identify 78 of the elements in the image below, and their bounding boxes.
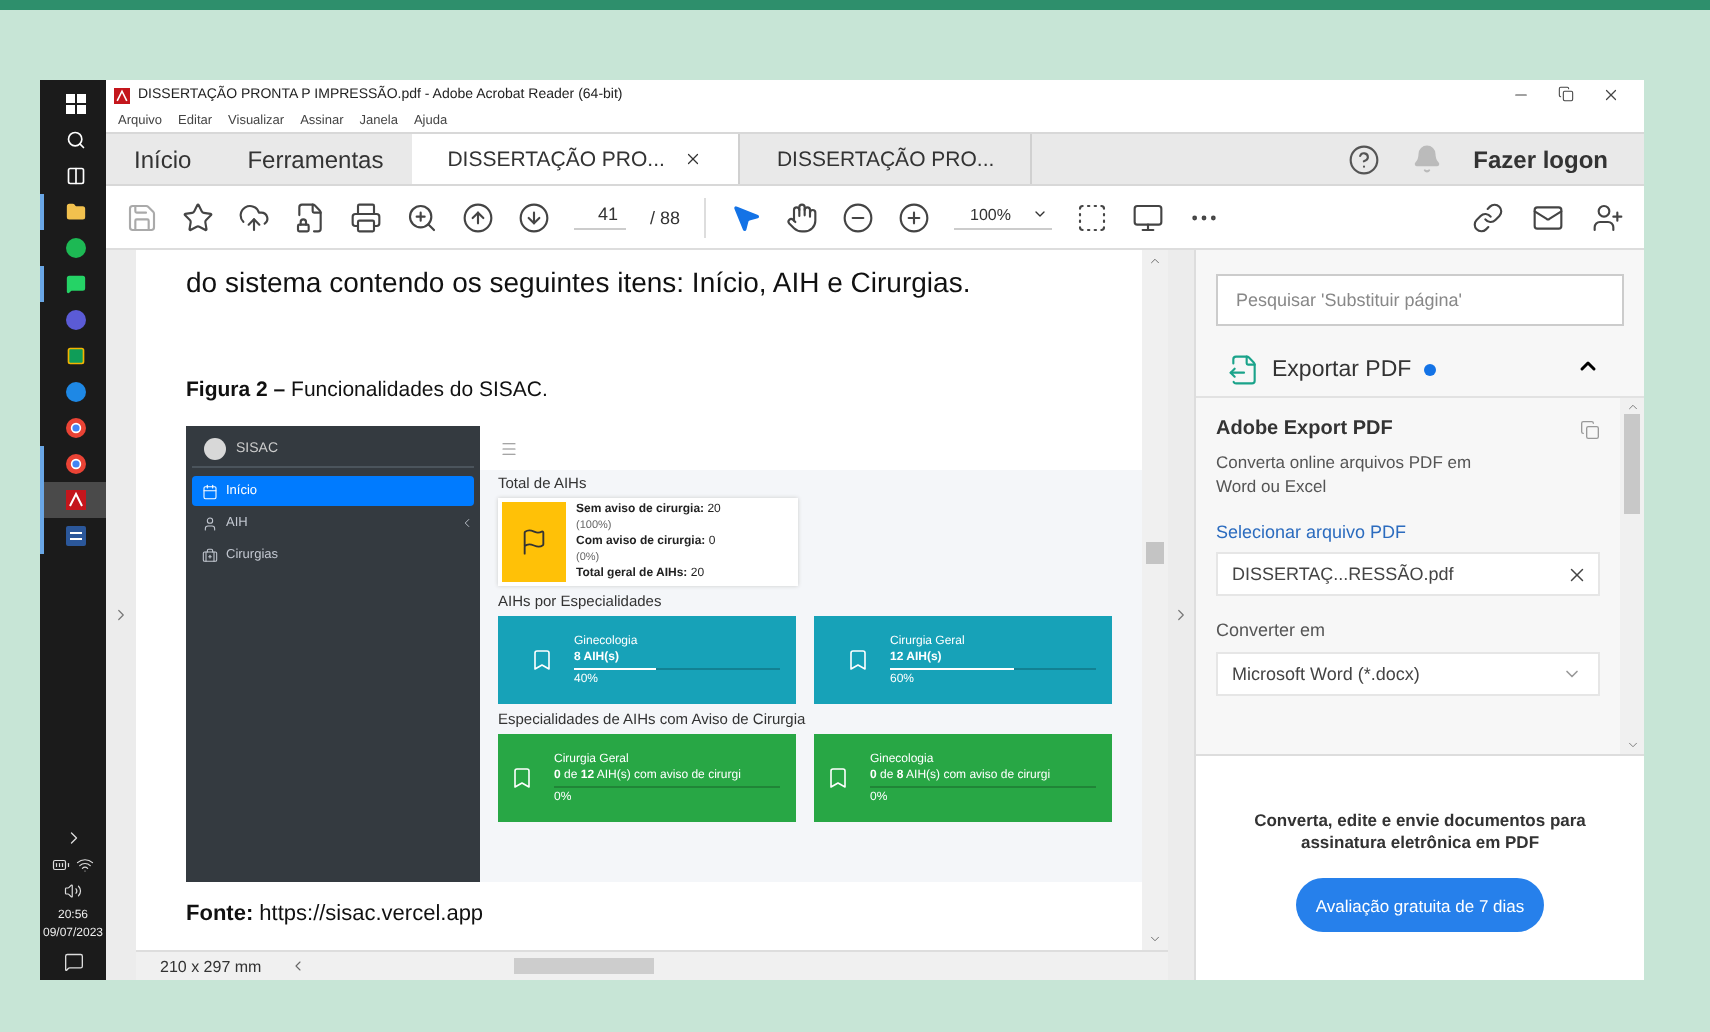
page-fit-icon[interactable] — [1075, 201, 1107, 233]
bookmark-icon — [846, 648, 870, 672]
task-view-icon[interactable] — [65, 166, 85, 186]
pdf-app-icon[interactable] — [65, 490, 85, 510]
page-total: / 88 — [650, 207, 681, 227]
file-field[interactable]: DISSERTAÇ...RESSÃO.pdf — [1216, 552, 1600, 596]
status-dot — [1423, 363, 1436, 375]
folder-icon[interactable] — [65, 202, 85, 222]
battery-icon — [52, 856, 70, 874]
scroll-up-icon — [1148, 254, 1162, 268]
trial-button[interactable]: Avaliação gratuita de 7 dias — [1295, 878, 1545, 932]
expand-icon[interactable] — [112, 606, 130, 624]
caret-icon — [1031, 206, 1047, 222]
scroll-up-icon — [1625, 400, 1639, 414]
collapse-icon[interactable] — [1172, 606, 1190, 624]
chat-icon[interactable] — [65, 274, 85, 294]
search-field[interactable]: Pesquisar 'Substituir página' — [1216, 274, 1624, 326]
close-icon[interactable] — [1602, 86, 1620, 104]
scroll-thumb[interactable] — [513, 958, 654, 974]
notification-icon[interactable] — [63, 952, 83, 972]
file-lock-icon[interactable] — [294, 201, 326, 233]
zoom-in-icon[interactable] — [898, 201, 931, 233]
pdf-icon — [114, 87, 130, 103]
promo-text: Converta, edite e envie documentos para assinatura eletrônica em PDF — [1252, 810, 1588, 854]
mail-icon[interactable] — [1532, 201, 1564, 233]
close-icon[interactable] — [684, 150, 703, 168]
restore-icon[interactable] — [1558, 86, 1574, 102]
tab[interactable]: DISSERTAÇÃO PRO... — [411, 134, 741, 184]
scroll-down-icon — [1625, 738, 1639, 752]
bookmark-icon — [826, 766, 850, 790]
body-text: do sistema contendo os seguintes itens: Início, AIH e Cirurgias. — [186, 266, 973, 298]
scroll-down-icon — [1148, 932, 1162, 946]
link-icon[interactable] — [1472, 201, 1504, 233]
tab[interactable]: Início — [106, 134, 220, 184]
help-icon[interactable] — [1347, 143, 1380, 175]
page-size: 210 x 297 mm — [160, 957, 262, 975]
cloud-upload-icon[interactable] — [238, 201, 270, 233]
panel-heading: Adobe Export PDF — [1216, 418, 1393, 440]
figure-caption: Figura 2 – Funcionalidades do SISAC. — [186, 378, 550, 402]
bookmark-icon — [530, 648, 554, 672]
arrow-down-icon[interactable] — [518, 201, 550, 233]
tab[interactable]: Ferramentas — [219, 134, 412, 184]
arrow-up-icon[interactable] — [462, 201, 494, 233]
zoom-icon[interactable] — [406, 201, 438, 233]
select-file-link[interactable]: Selecionar arquivo PDF — [1216, 522, 1600, 542]
windows-icon[interactable] — [65, 94, 85, 114]
scroll-thumb[interactable] — [1146, 542, 1164, 564]
printer-icon[interactable] — [350, 201, 382, 233]
export-pdf-icon — [1228, 353, 1260, 385]
zoom-dropdown[interactable]: 100% — [954, 205, 1051, 229]
cursor-icon[interactable] — [730, 201, 763, 233]
zoom-out-icon[interactable] — [842, 201, 875, 233]
hand-icon[interactable] — [786, 201, 819, 233]
star-icon[interactable] — [182, 201, 214, 233]
document-app-icon[interactable] — [65, 526, 85, 546]
user-icon — [202, 515, 218, 531]
scroll-mode-icon[interactable] — [1131, 201, 1163, 233]
medical-kit-icon — [202, 547, 218, 563]
flag-icon — [520, 528, 548, 556]
scroll-thumb[interactable] — [1624, 414, 1640, 514]
format-dropdown[interactable]: Microsoft Word (*.docx) — [1216, 652, 1600, 696]
copy-icon — [1580, 419, 1600, 439]
tab[interactable]: DISSERTAÇÃO PRO... — [740, 134, 1033, 184]
source-text: Fonte: https://sisac.vercel.app — [186, 902, 486, 926]
wifi-icon — [76, 856, 94, 874]
volume-icon — [64, 882, 82, 900]
export-header[interactable]: Exportar PDF — [1196, 342, 1644, 398]
remove-icon[interactable] — [1566, 563, 1588, 585]
logo-icon — [204, 438, 226, 460]
calendar-icon — [202, 483, 218, 499]
search-icon[interactable] — [65, 130, 85, 150]
page-number-field[interactable]: 41 — [574, 204, 627, 230]
user-add-icon[interactable] — [1592, 201, 1624, 233]
field-label: Converter em — [1216, 620, 1328, 640]
panel-description: Converta online arquivos PDF em Word ou Excel — [1216, 450, 1474, 498]
bookmark-icon — [510, 766, 534, 790]
caret-icon — [460, 516, 474, 530]
login-link[interactable]: Fazer logon — [1473, 145, 1608, 173]
